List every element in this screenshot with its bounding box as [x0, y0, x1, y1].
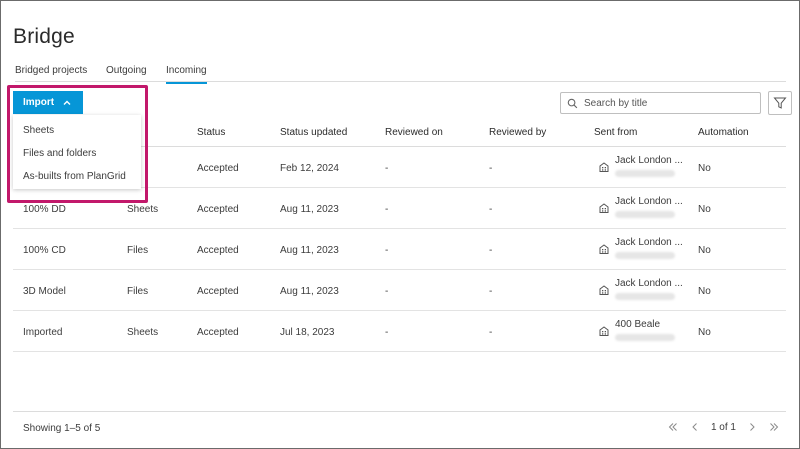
table-row[interactable]: 100% CD Files Accepted Aug 11, 2023 - - … [13, 229, 786, 270]
tab-incoming[interactable]: Incoming [166, 65, 207, 84]
cell-type: Sheets [127, 327, 159, 338]
building-icon [599, 326, 609, 336]
sent-from-name: Jack London ... [615, 278, 683, 289]
table-row[interactable]: 100% DD Sheets Accepted Aug 11, 2023 - -… [13, 188, 786, 229]
cell-sent-from: Jack London ... [599, 237, 683, 259]
sent-from-name: Jack London ... [615, 237, 683, 248]
page-title: Bridge [13, 25, 75, 48]
tab-bar: Bridged projects Outgoing Incoming [15, 61, 786, 84]
search-icon [567, 98, 578, 108]
cell-reviewed-by: - [489, 245, 493, 256]
next-page-icon [750, 423, 755, 431]
last-page-icon [770, 423, 779, 431]
sent-from-name: Jack London ... [615, 196, 683, 207]
cell-reviewed-on: - [385, 245, 389, 256]
redacted-text [615, 252, 675, 259]
cell-reviewed-by: - [489, 163, 493, 174]
cell-reviewed-by: - [489, 327, 493, 338]
cell-reviewed-by: - [489, 204, 493, 215]
cell-sent-from: Jack London ... [599, 196, 683, 218]
table-row[interactable]: 3D Model Files Accepted Aug 11, 2023 - -… [13, 270, 786, 311]
column-header-sent-from[interactable]: Sent from [594, 127, 637, 138]
cell-status: Accepted [197, 245, 239, 256]
cell-automation: No [698, 286, 711, 297]
cell-reviewed-by: - [489, 286, 493, 297]
cell-reviewed-on: - [385, 327, 389, 338]
menu-item-files-and-folders[interactable]: Files and folders [23, 148, 96, 159]
prev-page-icon [692, 423, 697, 431]
cell-reviewed-on: - [385, 286, 389, 297]
page-indicator: 1 of 1 [710, 421, 736, 433]
redacted-text [615, 170, 675, 177]
building-icon [599, 162, 609, 172]
cell-reviewed-on: - [385, 163, 389, 174]
chevron-up-icon [63, 100, 71, 105]
cell-sent-from: Jack London ... [599, 155, 683, 177]
cell-status-updated: Aug 11, 2023 [280, 286, 339, 297]
cell-status-updated: Aug 11, 2023 [280, 245, 339, 256]
building-icon [599, 203, 609, 213]
cell-automation: No [698, 204, 711, 215]
redacted-text [615, 334, 675, 341]
column-header-status-updated[interactable]: Status updated [280, 127, 347, 138]
menu-item-as-builts-from-plangrid[interactable]: As-builts from PlanGrid [23, 171, 126, 182]
cell-reviewed-on: - [385, 204, 389, 215]
sent-from-name: 400 Beale [615, 319, 661, 330]
import-dropdown-menu: Sheets Files and folders As-builts from … [13, 115, 141, 189]
cell-type: Files [127, 245, 149, 256]
cell-status-updated: Jul 18, 2023 [280, 327, 335, 338]
sent-from-name: Jack London ... [615, 155, 683, 166]
filter-button[interactable] [768, 91, 792, 115]
table-row[interactable]: Imported Sheets Accepted Jul 18, 2023 - … [13, 311, 786, 352]
app-window: Bridge Bridged projects Outgoing Incomin… [0, 0, 800, 449]
cell-sent-from: Jack London ... [599, 278, 683, 300]
column-header-reviewed-on[interactable]: Reviewed on [385, 127, 443, 138]
cell-status-updated: Feb 12, 2024 [280, 163, 339, 174]
cell-status: Accepted [197, 163, 239, 174]
first-page-button[interactable] [667, 421, 679, 433]
redacted-text [615, 211, 675, 218]
cell-name[interactable]: 3D Model [23, 286, 66, 297]
search-box[interactable] [560, 92, 761, 114]
column-header-automation[interactable]: Automation [698, 127, 749, 138]
redacted-text [615, 293, 675, 300]
search-input[interactable] [584, 97, 754, 109]
cell-automation: No [698, 245, 711, 256]
cell-sent-from: 400 Beale [599, 319, 675, 341]
column-header-reviewed-by[interactable]: Reviewed by [489, 127, 546, 138]
table-footer: Showing 1–5 of 5 1 of 1 [13, 411, 786, 442]
cell-automation: No [698, 163, 711, 174]
cell-status: Accepted [197, 286, 239, 297]
menu-item-sheets[interactable]: Sheets [23, 125, 54, 136]
cell-name[interactable]: 100% CD [23, 245, 66, 256]
column-header-status[interactable]: Status [197, 127, 225, 138]
first-page-icon [668, 423, 677, 431]
building-icon [599, 244, 609, 254]
tab-outgoing[interactable]: Outgoing [106, 65, 147, 82]
next-page-button[interactable] [746, 421, 758, 433]
cell-type: Sheets [127, 204, 159, 215]
pagination: 1 of 1 [667, 421, 780, 433]
cell-name[interactable]: Imported [23, 327, 62, 338]
showing-count: Showing 1–5 of 5 [23, 423, 101, 434]
building-icon [599, 285, 609, 295]
cell-automation: No [698, 327, 711, 338]
import-button[interactable]: Import [13, 91, 83, 114]
prev-page-button[interactable] [689, 421, 701, 433]
tab-bridged-projects[interactable]: Bridged projects [15, 65, 87, 82]
cell-status: Accepted [197, 327, 239, 338]
cell-status-updated: Aug 11, 2023 [280, 204, 339, 215]
cell-name[interactable]: 100% DD [23, 204, 66, 215]
last-page-button[interactable] [768, 421, 780, 433]
filter-icon [773, 97, 787, 109]
import-button-label: Import [23, 97, 55, 108]
cell-status: Accepted [197, 204, 239, 215]
cell-type: Files [127, 286, 149, 297]
